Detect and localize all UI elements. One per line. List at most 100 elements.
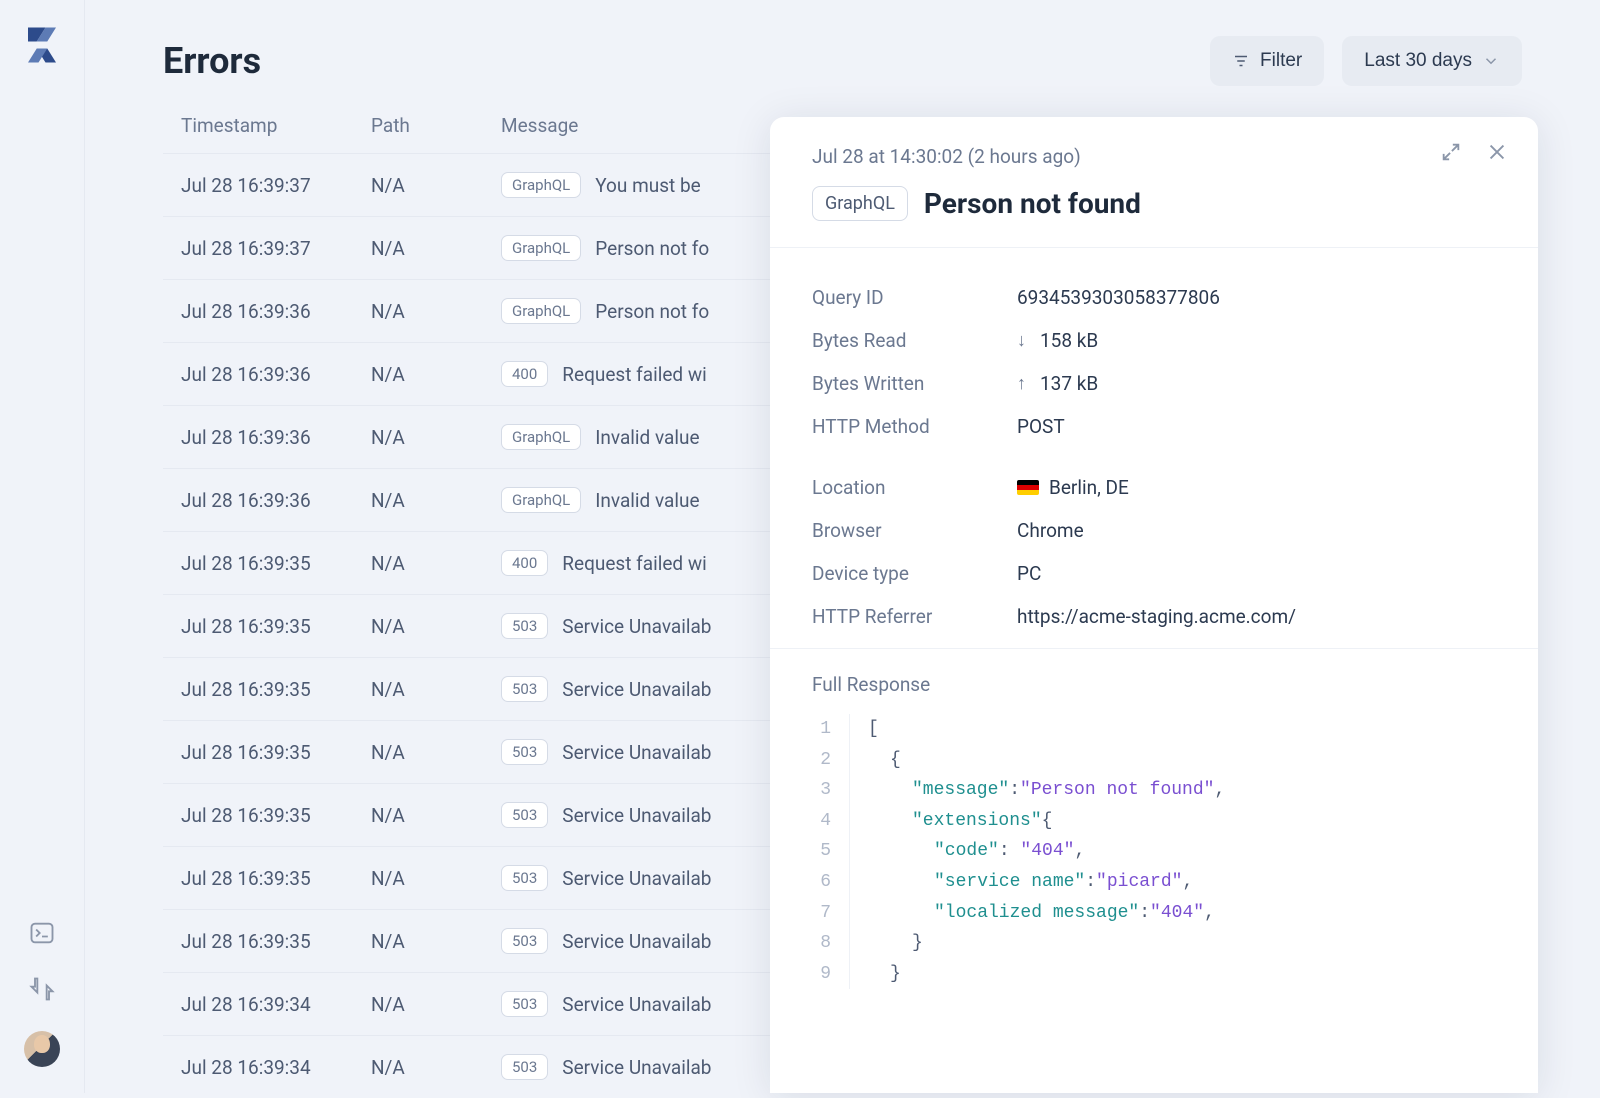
terminal-icon[interactable] (28, 919, 56, 947)
label-location: Location (812, 476, 1017, 499)
label-bytes-written: Bytes Written (812, 372, 1017, 395)
cell-timestamp: Jul 28 16:39:35 (181, 867, 371, 890)
message-badge: GraphQL (501, 298, 581, 324)
cell-timestamp: Jul 28 16:39:37 (181, 237, 371, 260)
cell-path: N/A (371, 363, 501, 386)
cell-timestamp: Jul 28 16:39:36 (181, 300, 371, 323)
cell-timestamp: Jul 28 16:39:36 (181, 363, 371, 386)
message-badge: GraphQL (501, 235, 581, 261)
header-timestamp: Timestamp (181, 114, 371, 137)
message-badge: 503 (501, 1054, 548, 1080)
message-text: Person not fo (595, 300, 709, 323)
value-http-method: POST (1017, 415, 1065, 438)
cell-path: N/A (371, 615, 501, 638)
cell-path: N/A (371, 426, 501, 449)
value-referrer: https://acme-staging.acme.com/ (1017, 605, 1296, 628)
cell-timestamp: Jul 28 16:39:36 (181, 489, 371, 512)
cell-path: N/A (371, 489, 501, 512)
expand-icon[interactable] (1440, 141, 1462, 163)
cell-path: N/A (371, 930, 501, 953)
message-badge: 503 (501, 613, 548, 639)
cell-timestamp: Jul 28 16:39:36 (181, 426, 371, 449)
value-location: Berlin, DE (1017, 476, 1129, 499)
value-browser: Chrome (1017, 519, 1084, 542)
cell-path: N/A (371, 1056, 501, 1079)
cell-timestamp: Jul 28 16:39:35 (181, 930, 371, 953)
message-text: Service Unavailab (562, 615, 711, 638)
message-text: You must be (595, 174, 700, 197)
message-text: Request failed wi (562, 363, 706, 386)
message-badge: 503 (501, 676, 548, 702)
message-badge: 400 (501, 361, 548, 387)
sidebar (0, 0, 85, 1093)
message-badge: GraphQL (501, 172, 581, 198)
message-text: Invalid value (595, 426, 699, 449)
value-bytes-written: ↑137 kB (1017, 372, 1098, 395)
cell-path: N/A (371, 300, 501, 323)
cell-timestamp: Jul 28 16:39:35 (181, 804, 371, 827)
code-block: 1[ 2{ 3"message":"Person not found", 4"e… (812, 714, 1496, 989)
app-logo[interactable] (21, 24, 63, 66)
flag-de-icon (1017, 480, 1039, 495)
message-text: Person not fo (595, 237, 709, 260)
filter-button[interactable]: Filter (1210, 36, 1324, 86)
message-text: Service Unavailab (562, 1056, 711, 1079)
cell-timestamp: Jul 28 16:39:35 (181, 741, 371, 764)
page-header: Errors Filter Last 30 days (163, 36, 1522, 86)
cell-timestamp: Jul 28 16:39:37 (181, 174, 371, 197)
cell-path: N/A (371, 552, 501, 575)
message-text: Service Unavailab (562, 804, 711, 827)
date-range-button[interactable]: Last 30 days (1342, 36, 1522, 86)
cell-path: N/A (371, 867, 501, 890)
cell-path: N/A (371, 678, 501, 701)
cell-path: N/A (371, 804, 501, 827)
label-referrer: HTTP Referrer (812, 605, 1017, 628)
message-badge: 503 (501, 739, 548, 765)
value-bytes-read: ↓158 kB (1017, 329, 1098, 352)
message-badge: 503 (501, 991, 548, 1017)
down-arrow-icon: ↓ (1017, 330, 1026, 351)
detail-panel: Jul 28 at 14:30:02 (2 hours ago) GraphQL… (770, 117, 1538, 1093)
label-http-method: HTTP Method (812, 415, 1017, 438)
label-query-id: Query ID (812, 286, 1017, 309)
label-browser: Browser (812, 519, 1017, 542)
value-query-id: 6934539303058377806 (1017, 286, 1220, 309)
message-badge: 503 (501, 865, 548, 891)
cell-timestamp: Jul 28 16:39:35 (181, 678, 371, 701)
cell-timestamp: Jul 28 16:39:34 (181, 993, 371, 1016)
detail-timestamp: Jul 28 at 14:30:02 (2 hours ago) (812, 145, 1496, 168)
cell-timestamp: Jul 28 16:39:34 (181, 1056, 371, 1079)
response-label: Full Response (812, 673, 1496, 696)
message-text: Service Unavailab (562, 741, 711, 764)
header-path: Path (371, 114, 501, 137)
message-text: Invalid value (595, 489, 699, 512)
page-title: Errors (163, 40, 261, 82)
message-badge: GraphQL (501, 487, 581, 513)
date-range-label: Last 30 days (1364, 50, 1472, 72)
avatar[interactable] (24, 1031, 60, 1067)
filter-label: Filter (1260, 50, 1302, 72)
up-arrow-icon: ↑ (1017, 373, 1026, 394)
message-text: Service Unavailab (562, 867, 711, 890)
feedback-icon[interactable] (28, 975, 56, 1003)
message-badge: GraphQL (501, 424, 581, 450)
detail-title: Person not found (924, 187, 1141, 220)
cell-path: N/A (371, 174, 501, 197)
message-badge: 503 (501, 802, 548, 828)
panel-meta: Query ID 6934539303058377806 Bytes Read … (770, 248, 1538, 649)
message-badge: 503 (501, 928, 548, 954)
close-icon[interactable] (1486, 141, 1508, 163)
message-text: Service Unavailab (562, 678, 711, 701)
panel-header: Jul 28 at 14:30:02 (2 hours ago) GraphQL… (770, 117, 1538, 248)
value-device: PC (1017, 562, 1041, 585)
label-device: Device type (812, 562, 1017, 585)
message-text: Service Unavailab (562, 930, 711, 953)
detail-badge: GraphQL (812, 186, 908, 221)
message-text: Request failed wi (562, 552, 706, 575)
message-text: Service Unavailab (562, 993, 711, 1016)
cell-timestamp: Jul 28 16:39:35 (181, 615, 371, 638)
cell-timestamp: Jul 28 16:39:35 (181, 552, 371, 575)
label-bytes-read: Bytes Read (812, 329, 1017, 352)
panel-response: Full Response 1[ 2{ 3"message":"Person n… (770, 649, 1538, 989)
cell-path: N/A (371, 993, 501, 1016)
